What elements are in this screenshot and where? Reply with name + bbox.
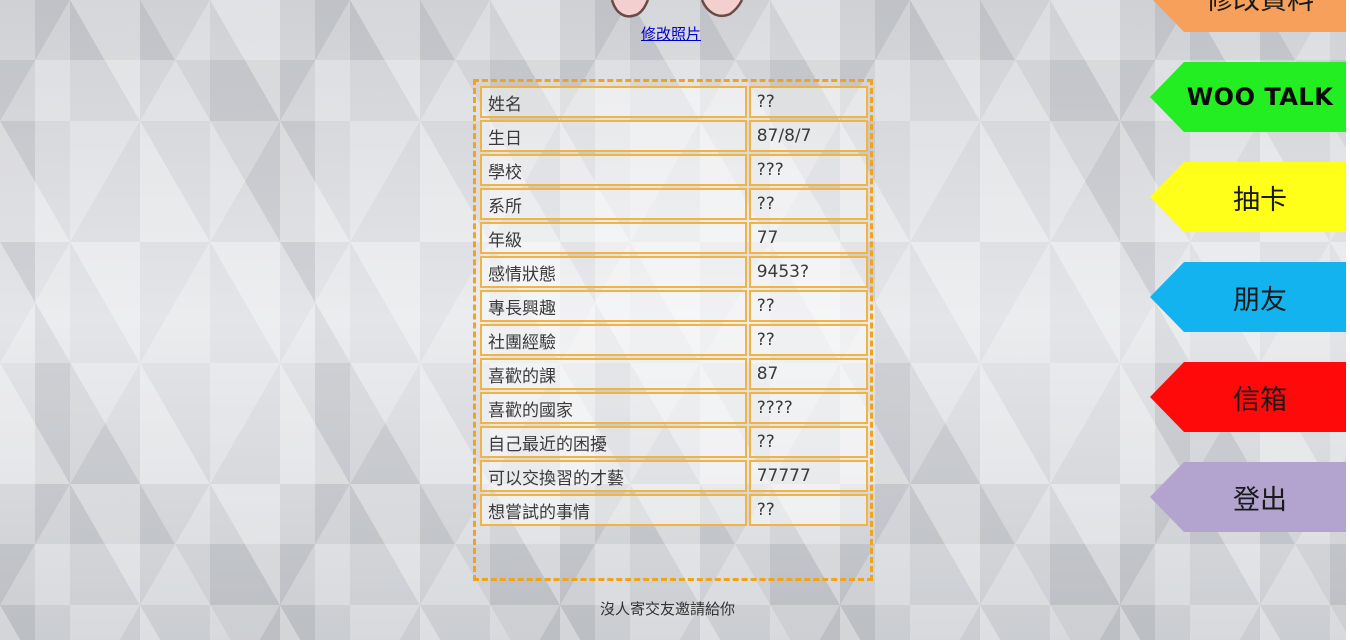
nav-draw-card-label: 抽卡: [1233, 184, 1287, 216]
profile-row: 系所??: [480, 188, 868, 220]
nav-draw-card-tab[interactable]: 抽卡: [1150, 162, 1346, 232]
profile-field-label: 年級: [480, 222, 747, 254]
profile-field-value: ??: [748, 494, 868, 526]
profile-row: 喜歡的課 87: [480, 358, 868, 390]
profile-row: 感情狀態 9453?: [480, 256, 868, 288]
profile-field-label: 姓名: [480, 86, 747, 118]
nav-edit-profile-label: 修改資料: [1206, 0, 1314, 16]
profile-field-label: 專長興趣: [480, 290, 747, 322]
profile-row: 可以交換習的才藝 77777: [480, 460, 868, 492]
profile-field-value: ??: [748, 426, 868, 458]
nav-woo-talk-label: WOO TALK: [1186, 83, 1334, 111]
profile-field-label: 想嘗試的事情: [480, 494, 747, 526]
profile-field-label: 自己最近的困擾: [480, 426, 747, 458]
profile-field-label: 喜歡的課: [480, 358, 747, 390]
friend-invite-status: 沒人寄交友邀請給你: [600, 600, 736, 618]
profile-field-label: 生日: [480, 120, 747, 152]
profile-row: 想嘗試的事情??: [480, 494, 868, 526]
profile-field-value: 77: [748, 222, 868, 254]
profile-row: 生日 87/8/7: [480, 120, 868, 152]
nav-logout-label: 登出: [1233, 484, 1287, 516]
profile-table-frame: 姓名?? 生日 87/8/7 學校??? 系所?? 年級 77 感情狀態 9453? 專長興趣??…: [473, 79, 873, 581]
nav-friends-label: 朋友: [1233, 284, 1287, 316]
profile-field-value: 87/8/7: [748, 120, 868, 152]
nav-friends-tab[interactable]: 朋友: [1150, 262, 1346, 332]
profile-row: 年級 77: [480, 222, 868, 254]
nav-mailbox-label: 信箱: [1233, 384, 1287, 416]
profile-row: 自己最近的困擾??: [480, 426, 868, 458]
nav-woo-talk-tab[interactable]: WOO TALK: [1150, 62, 1346, 132]
window-edge: [1346, 0, 1350, 640]
profile-row: 姓名??: [480, 86, 868, 118]
profile-photo: [606, 0, 746, 20]
profile-row: 專長興趣??: [480, 290, 868, 322]
profile-field-value: ??: [748, 324, 868, 356]
profile-field-label: 可以交換習的才藝: [480, 460, 747, 492]
edit-photo-link[interactable]: 修改照片: [641, 23, 701, 44]
profile-field-label: 系所: [480, 188, 747, 220]
profile-field-value: 9453?: [748, 256, 868, 288]
nav-mailbox-tab[interactable]: 信箱: [1150, 362, 1346, 432]
profile-field-value: ????: [748, 392, 868, 424]
profile-field-value: 87: [748, 358, 868, 390]
profile-field-value: ???: [748, 154, 868, 186]
profile-field-label: 社團經驗: [480, 324, 747, 356]
profile-field-label: 學校: [480, 154, 747, 186]
profile-field-label: 感情狀態: [480, 256, 747, 288]
profile-table: 姓名?? 生日 87/8/7 學校??? 系所?? 年級 77 感情狀態 9453? 專長興趣??…: [478, 84, 870, 528]
profile-field-label: 喜歡的國家: [480, 392, 747, 424]
profile-row: 喜歡的國家????: [480, 392, 868, 424]
profile-field-value: ??: [748, 188, 868, 220]
profile-field-value: ??: [748, 290, 868, 322]
profile-field-value: ??: [748, 86, 868, 118]
nav-logout-tab[interactable]: 登出: [1150, 462, 1346, 532]
profile-row: 學校???: [480, 154, 868, 186]
profile-row: 社團經驗??: [480, 324, 868, 356]
nav-edit-profile-tab[interactable]: 修改資料: [1150, 0, 1346, 32]
profile-field-value: 77777: [748, 460, 868, 492]
